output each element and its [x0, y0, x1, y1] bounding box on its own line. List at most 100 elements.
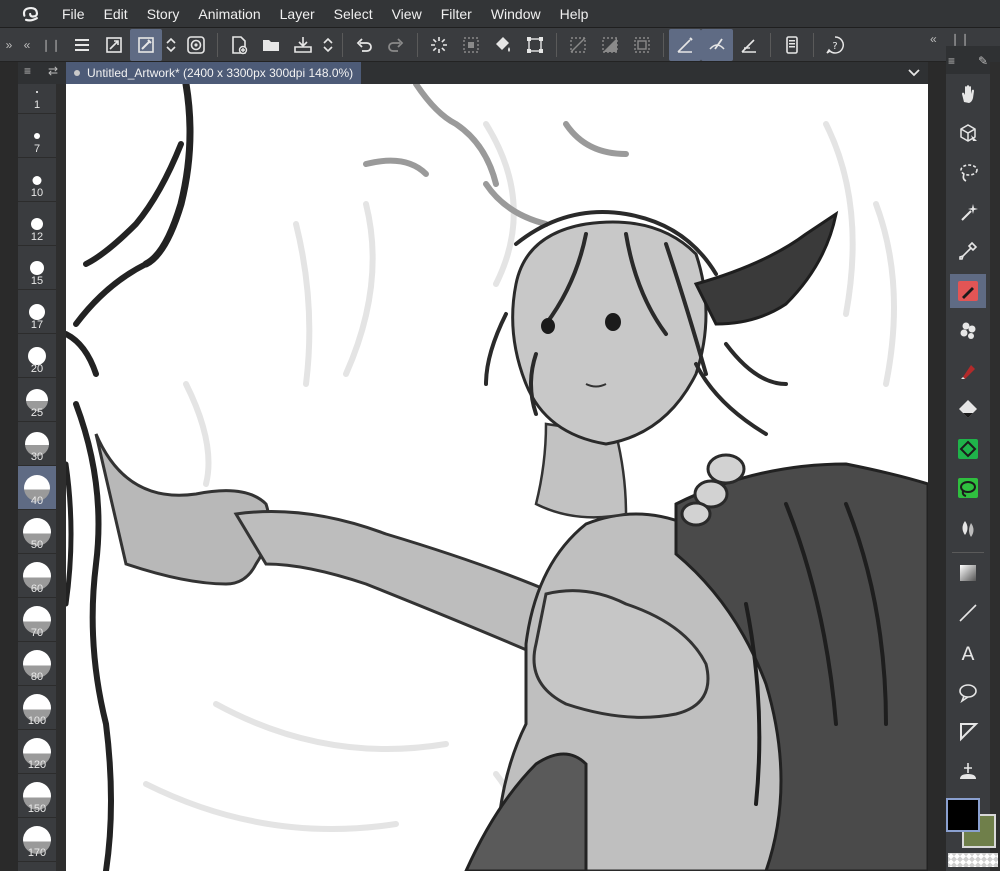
marker-icon[interactable]	[950, 353, 986, 387]
tablet-icon[interactable]	[776, 29, 808, 61]
snap-grid-icon[interactable]	[733, 29, 765, 61]
panel-grip-icon[interactable]: ❘❘	[36, 38, 66, 52]
border-icon[interactable]	[626, 29, 658, 61]
magic-wand-icon[interactable]	[950, 195, 986, 229]
sub-tool-pen-icon[interactable]: ✎	[978, 54, 988, 68]
line-icon[interactable]	[950, 596, 986, 630]
snap-special-icon[interactable]	[701, 28, 733, 61]
tool-panel-scrollbar[interactable]	[990, 62, 1000, 871]
brush-size-label: 15	[30, 275, 44, 287]
brush-size-label: 30	[30, 451, 44, 463]
brush-size-preview-icon	[36, 91, 38, 93]
left-dock-strip	[0, 62, 18, 871]
brush-size-item[interactable]: 20	[18, 334, 56, 378]
help-icon[interactable]: ?	[819, 29, 851, 61]
stepper-icon[interactable]	[162, 29, 180, 61]
stepper-icon[interactable]	[319, 29, 337, 61]
new-icon[interactable]	[223, 29, 255, 61]
menu-window[interactable]: Window	[491, 6, 541, 22]
fit-view-icon[interactable]	[98, 29, 130, 61]
pen-icon[interactable]	[950, 273, 986, 308]
deselect-icon[interactable]	[455, 29, 487, 61]
brush-size-item[interactable]: 12	[18, 202, 56, 246]
brush-size-item[interactable]: 30	[18, 422, 56, 466]
menu-layer[interactable]: Layer	[280, 6, 315, 22]
brush-size-item[interactable]: 17	[18, 290, 56, 334]
brush-size-item[interactable]: 7	[18, 114, 56, 158]
object-select-icon[interactable]	[950, 116, 986, 150]
open-icon[interactable]	[255, 29, 287, 61]
menu-select[interactable]: Select	[334, 6, 373, 22]
brush-size-item[interactable]: 80	[18, 642, 56, 686]
menu-help[interactable]: Help	[560, 6, 589, 22]
fill-icon[interactable]	[487, 29, 519, 61]
main-color-swatch[interactable]	[946, 798, 980, 832]
speech-balloon-icon[interactable]	[950, 675, 986, 709]
blend-icon[interactable]	[950, 511, 986, 545]
menu-icon[interactable]	[66, 29, 98, 61]
panel-menu-icon[interactable]: ≡	[948, 54, 955, 68]
transparent-color-swatch[interactable]	[948, 853, 998, 867]
lasso-fill-icon[interactable]	[950, 471, 986, 505]
brush-size-item[interactable]: 150	[18, 774, 56, 818]
brush-size-item[interactable]: 25	[18, 378, 56, 422]
menu-story[interactable]: Story	[147, 6, 180, 22]
brush-size-item[interactable]: 15	[18, 246, 56, 290]
frame-border-icon[interactable]	[950, 714, 986, 748]
decoration-icon[interactable]	[950, 313, 986, 347]
collapse-left-icon[interactable]: »	[0, 38, 18, 52]
eye	[541, 318, 555, 334]
drawing-canvas[interactable]	[66, 84, 928, 871]
ruler-icon[interactable]	[950, 754, 986, 788]
menu-edit[interactable]: Edit	[104, 6, 128, 22]
brush-size-item[interactable]: 100	[18, 686, 56, 730]
document-tab-bar: Untitled_Artwork* (2400 x 3300px 300dpi …	[66, 62, 928, 84]
snap-ruler-icon[interactable]	[669, 28, 701, 61]
brush-size-label: 7	[33, 143, 41, 155]
eraser-icon[interactable]	[950, 392, 986, 426]
invert-icon[interactable]	[594, 29, 626, 61]
stabilizer-icon[interactable]	[180, 29, 212, 61]
brush-size-preview-icon	[31, 218, 43, 230]
loading-icon[interactable]	[423, 29, 455, 61]
hand-icon[interactable]	[950, 76, 986, 110]
expand-right-icon[interactable]: «	[930, 32, 937, 46]
save-icon[interactable]	[287, 29, 319, 61]
brush-size-item[interactable]: 120	[18, 730, 56, 774]
brush-size-label: 17	[30, 319, 44, 331]
brush-tool-icon[interactable]	[130, 28, 162, 61]
brush-size-item[interactable]: 10	[18, 158, 56, 202]
brush-size-preview-icon	[32, 175, 42, 185]
gradient-icon[interactable]	[950, 556, 986, 590]
brush-size-item[interactable]: 60	[18, 554, 56, 598]
brush-size-item[interactable]: 70	[18, 598, 56, 642]
expand-left-icon[interactable]: «	[18, 38, 36, 52]
brush-size-label: 12	[30, 231, 44, 243]
panel-grip-icon[interactable]: ❘❘	[950, 32, 970, 46]
transform-icon[interactable]	[519, 29, 551, 61]
brush-size-item[interactable]: 50	[18, 510, 56, 554]
menu-filter[interactable]: Filter	[441, 6, 472, 22]
brush-size-scrollbar[interactable]	[56, 84, 66, 871]
redo-icon[interactable]	[380, 29, 412, 61]
chevron-down-icon[interactable]	[906, 65, 922, 81]
menu-view[interactable]: View	[392, 6, 422, 22]
lasso-icon[interactable]	[950, 155, 986, 189]
undo-icon[interactable]	[348, 29, 380, 61]
brush-size-label: 100	[27, 715, 47, 727]
brush-size-label: 40	[30, 495, 44, 507]
text-icon[interactable]: A	[950, 635, 986, 669]
fill-bucket-icon[interactable]	[950, 432, 986, 466]
menu-file[interactable]: File	[62, 6, 85, 22]
eyedropper-icon[interactable]	[950, 234, 986, 268]
menu-animation[interactable]: Animation	[198, 6, 260, 22]
brush-size-item[interactable]: 170	[18, 818, 56, 862]
brush-size-item[interactable]: 40	[18, 466, 56, 510]
document-tab[interactable]: Untitled_Artwork* (2400 x 3300px 300dpi …	[66, 62, 362, 84]
clear-selection-icon[interactable]	[562, 29, 594, 61]
app-logo-icon[interactable]	[20, 3, 42, 25]
brush-size-item[interactable]: 1	[18, 70, 56, 114]
svg-text:A: A	[962, 643, 975, 663]
toolbar-divider	[556, 32, 557, 57]
brush-size-label: 150	[27, 803, 47, 815]
